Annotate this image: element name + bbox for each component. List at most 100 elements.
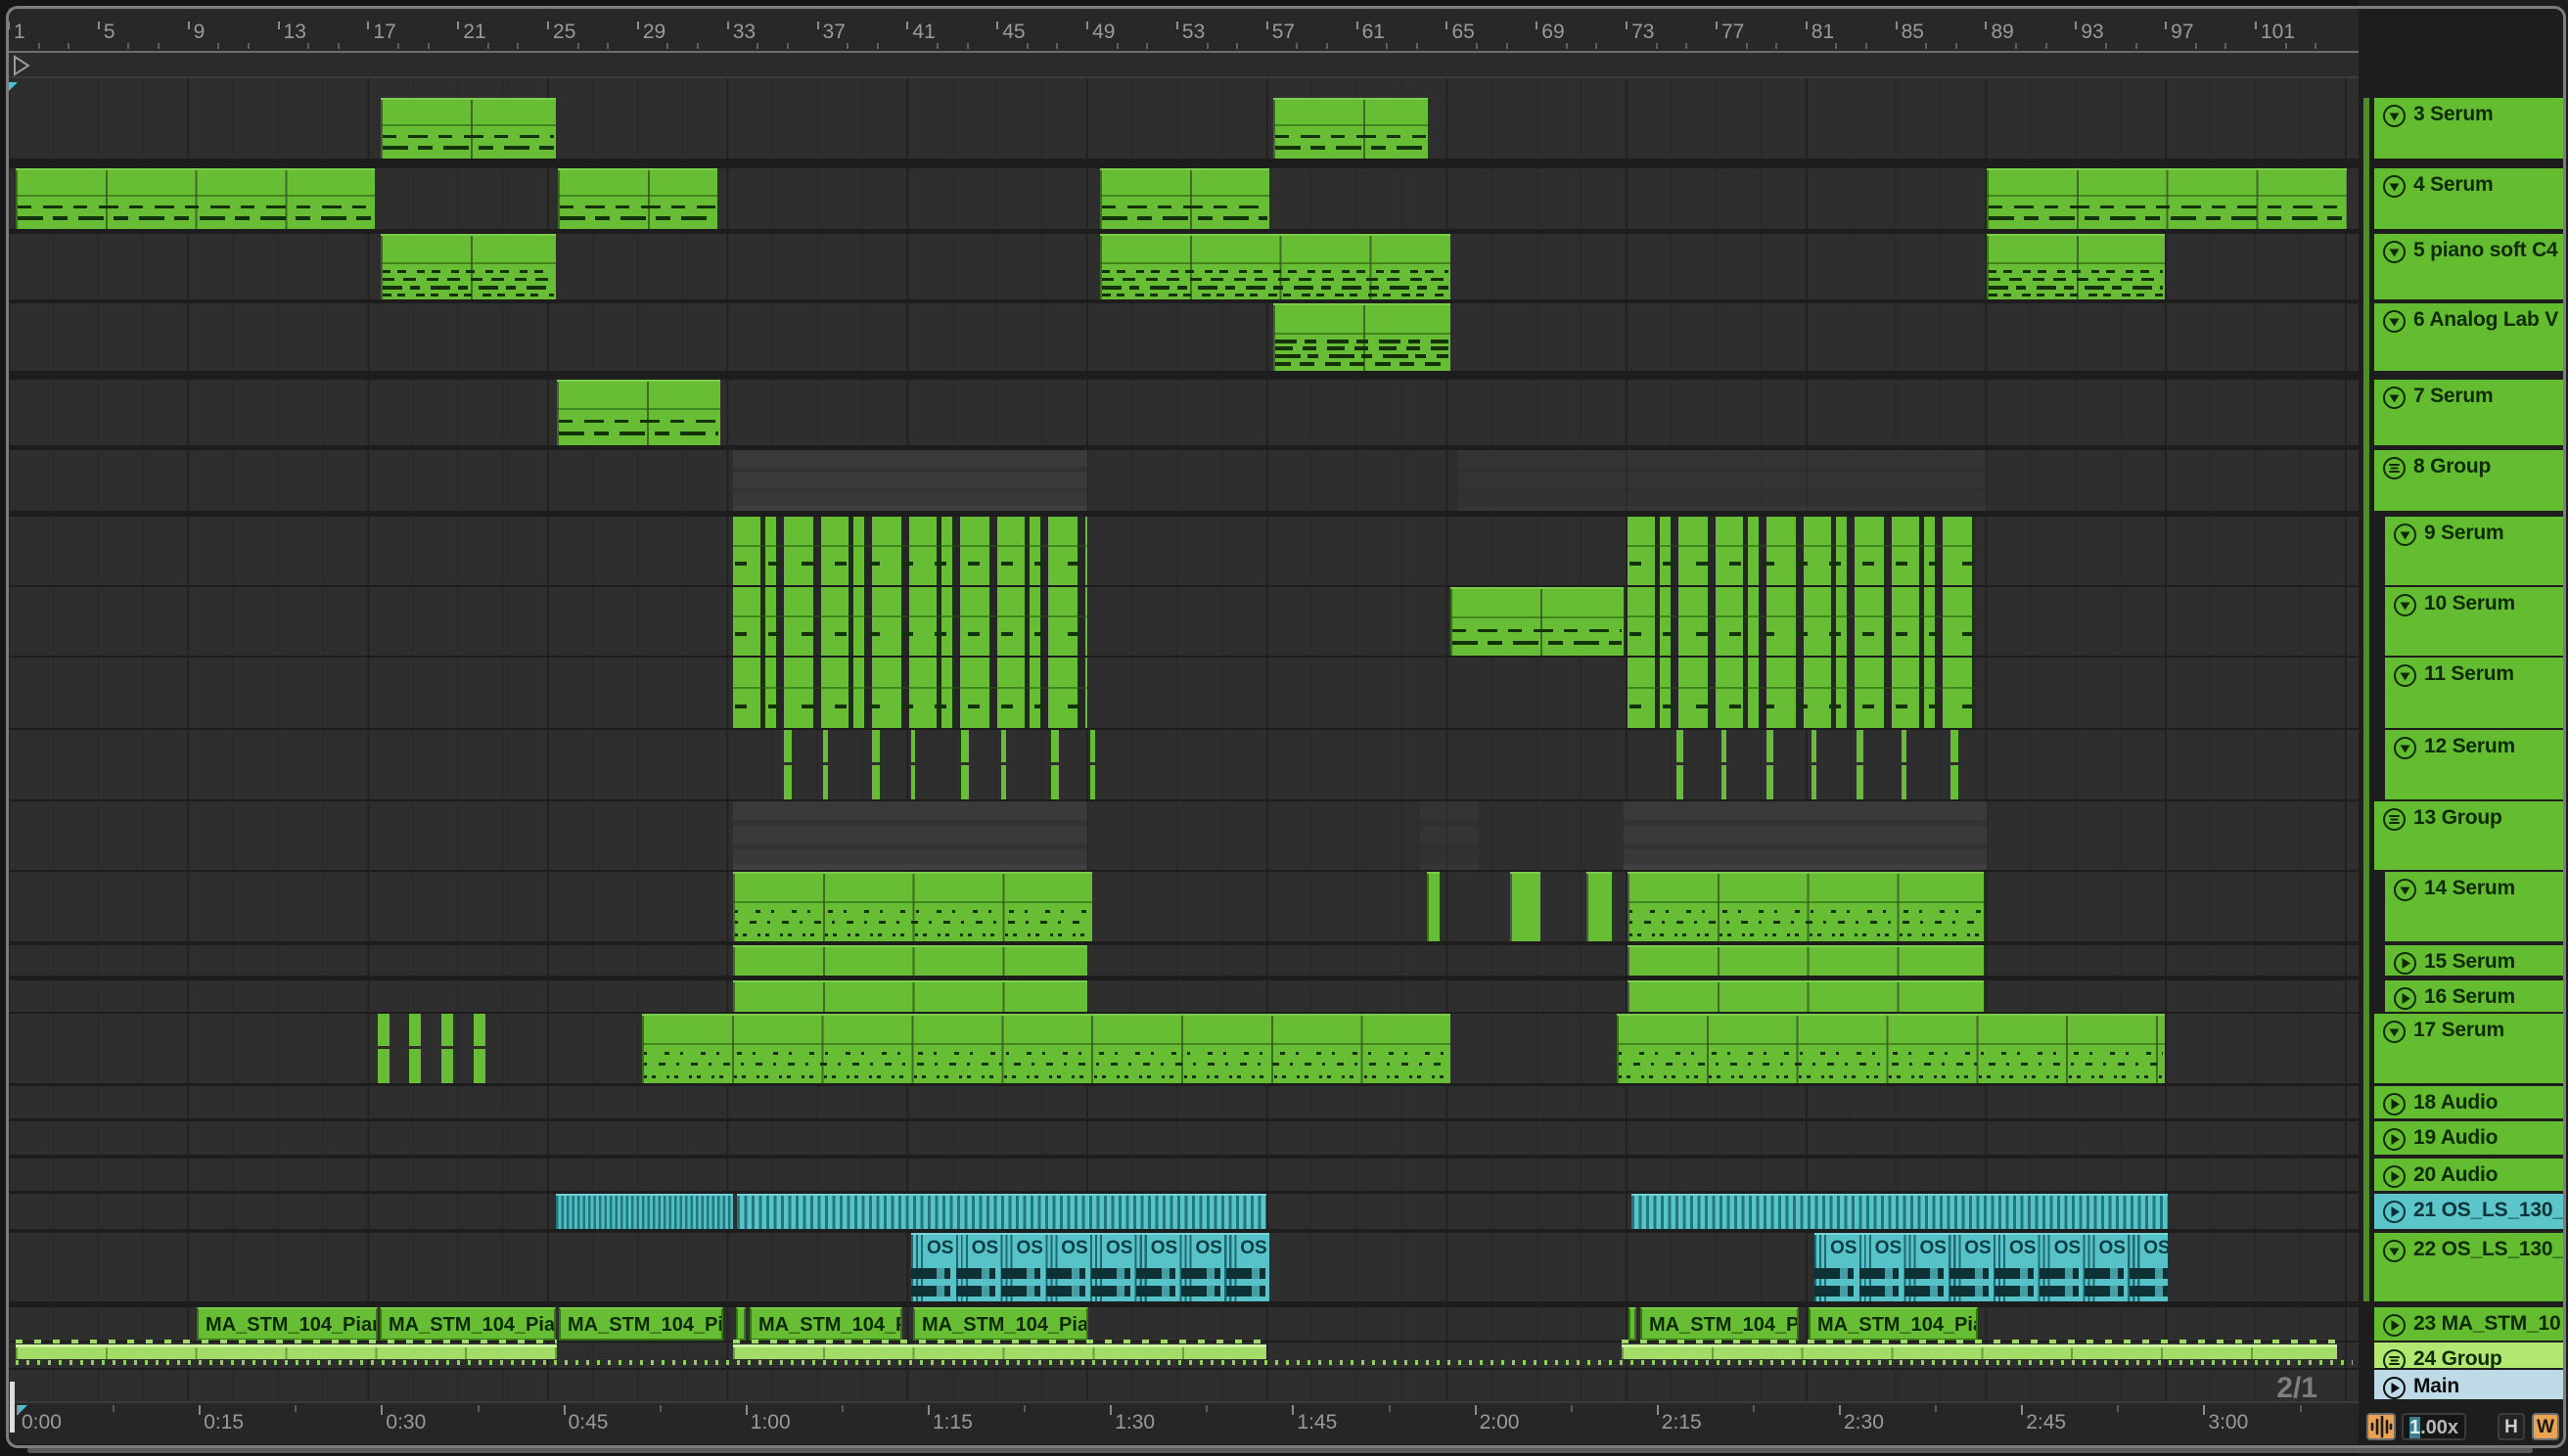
audio-clip[interactable]: MA_STM_104_P [1640,1307,1799,1341]
width-zoom-button[interactable]: W [2532,1413,2559,1440]
audio-os-clip[interactable]: OS OS OS OS OS OS OS OS [1814,1233,2168,1301]
chopped-midi-clip[interactable] [733,517,1087,585]
midi-clip[interactable] [1427,872,1440,941]
stab-clip[interactable] [1721,730,1726,799]
midi-clip[interactable] [1628,945,1984,976]
fold-icon[interactable] [2393,593,2417,622]
stab-clip[interactable] [961,730,969,799]
track-header-9-serum[interactable]: 9 Serum [2385,517,2564,585]
midi-clip[interactable] [381,234,556,299]
group-ghost-clip[interactable] [1458,450,1987,511]
audition-button[interactable] [2366,1413,2396,1440]
fold-icon[interactable] [2382,174,2407,204]
midi-clip[interactable] [16,168,375,229]
stab-clip[interactable] [1001,730,1006,799]
height-zoom-button[interactable]: H [2498,1413,2525,1440]
fold-icon[interactable] [2382,1239,2407,1268]
audio-sliced-clip[interactable] [556,1194,733,1229]
play-icon[interactable] [2382,1127,2407,1157]
track-header-21-os-ls-130-[interactable]: 21 OS_LS_130_ [2374,1194,2564,1229]
scrub-area[interactable] [8,53,2359,78]
arrangement-grid[interactable]: 2/1 OS OS OS OS OS OS OS OS OS OS OS OS OS OS OS OS MA_S… [8,78,2359,1404]
audio-clip[interactable]: MA_STM_104_Pia [559,1307,723,1341]
stab-clip[interactable] [1766,730,1773,799]
track-header-15-serum[interactable]: 15 Serum [2385,945,2564,976]
playback-speed-field[interactable]: 1.00x [2402,1413,2466,1440]
midi-clip[interactable] [1987,234,2165,299]
fold-icon[interactable] [2382,240,2407,269]
track-header-12-serum[interactable]: 12 Serum [2385,730,2564,799]
midi-clip[interactable] [1987,168,2347,229]
track-header-14-serum[interactable]: 14 Serum [2385,872,2564,941]
fold-icon[interactable] [2382,309,2407,339]
fold-icon[interactable] [2393,736,2417,765]
stab-clip[interactable] [378,1014,390,1083]
stab-clip[interactable] [474,1014,485,1083]
play-icon[interactable] [2382,1376,2407,1405]
stab-clip[interactable] [409,1014,421,1083]
chopped-midi-clip[interactable] [1628,517,1975,585]
midi-clip[interactable] [1617,1014,2165,1083]
group-icon[interactable] [2382,807,2407,837]
audio-clip[interactable]: MA_STM_104_Pian [197,1307,378,1341]
stab-clip[interactable] [1676,730,1683,799]
track-header-3-serum[interactable]: 3 Serum [2374,98,2564,159]
stab-clip[interactable] [441,1014,453,1083]
fold-icon[interactable] [2393,523,2417,552]
midi-clip[interactable] [381,98,556,159]
track-header-4-serum[interactable]: 4 Serum [2374,168,2564,229]
midi-clip[interactable] [557,380,720,445]
fold-icon[interactable] [2393,878,2417,907]
play-icon[interactable] [2393,986,2417,1016]
audio-clip[interactable] [736,1307,746,1341]
midi-clip[interactable] [1628,980,1984,1012]
midi-clip[interactable] [1273,98,1428,159]
track-header-22-os-ls-130-[interactable]: 22 OS_LS_130_ [2374,1233,2564,1301]
play-icon[interactable] [2382,1092,2407,1121]
stab-clip[interactable] [1857,730,1863,799]
midi-clip[interactable] [1628,872,1984,941]
stab-clip[interactable] [1051,730,1059,799]
audio-clip[interactable]: MA_STM_104_Pian [380,1307,556,1341]
midi-clip[interactable] [1273,303,1450,371]
chopped-midi-clip[interactable] [733,587,1087,656]
midi-clip[interactable] [1100,168,1269,229]
stab-clip[interactable] [1811,730,1816,799]
group-ghost-clip[interactable] [1420,801,1479,870]
audio-sliced-clip[interactable] [1631,1194,2168,1229]
chopped-midi-clip[interactable] [1628,658,1975,728]
play-icon[interactable] [2382,1313,2407,1342]
fold-icon[interactable] [2382,1020,2407,1049]
play-icon[interactable] [2393,951,2417,980]
stab-clip[interactable] [1902,730,1906,799]
fold-icon[interactable] [2382,386,2407,415]
track-header-5-piano-soft-c4[interactable]: 5 piano soft C4 [2374,234,2564,299]
track-header-11-serum[interactable]: 11 Serum [2385,658,2564,728]
group-summary-band[interactable] [1622,1340,2337,1359]
midi-clip[interactable] [733,980,1087,1012]
track-header-7-serum[interactable]: 7 Serum [2374,380,2564,445]
stab-clip[interactable] [823,730,828,799]
audio-clip[interactable]: MA_STM_104_Pia [913,1307,1088,1341]
fold-icon[interactable] [2393,663,2417,693]
stab-clip[interactable] [911,730,915,799]
audio-os-clip[interactable]: OS OS OS OS OS OS OS OS [911,1233,1269,1301]
chopped-midi-clip[interactable] [1628,587,1975,656]
group-ghost-clip[interactable] [1624,801,1987,870]
play-icon[interactable] [2382,1164,2407,1194]
track-header-20-audio[interactable]: 20 Audio [2374,1159,2564,1191]
track-header-24-group[interactable]: 24 Group [2374,1342,2564,1372]
stab-clip[interactable] [1950,730,1958,799]
stab-clip[interactable] [872,730,880,799]
horizontal-scrollbar[interactable] [27,1447,2533,1453]
group-summary-band[interactable] [733,1340,1266,1359]
track-header-13-group[interactable]: 13 Group [2374,801,2564,870]
track-header-16-serum[interactable]: 16 Serum [2385,980,2564,1012]
stab-clip[interactable] [784,730,792,799]
audio-clip[interactable]: MA_STM_104_Pia [1809,1307,1978,1341]
group-icon[interactable] [2382,456,2407,485]
midi-clip[interactable] [642,1014,1450,1083]
track-header-main[interactable]: Main [2374,1370,2564,1399]
track-header-10-serum[interactable]: 10 Serum [2385,587,2564,656]
audio-clip[interactable]: MA_STM_104_P [750,1307,902,1341]
